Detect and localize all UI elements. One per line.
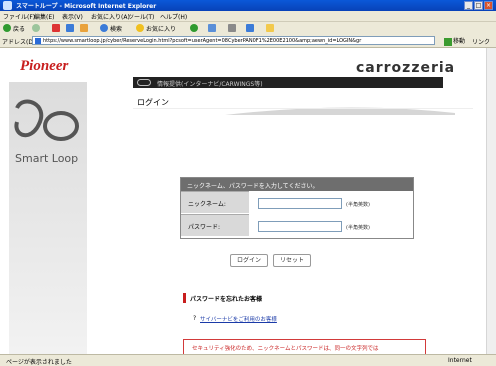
favorites-button[interactable]: お気に入り (136, 24, 176, 33)
print-button[interactable] (228, 24, 238, 32)
address-url: https://www.smartloop.jp/cyber/ReserveLo… (43, 38, 362, 44)
print-icon (228, 24, 236, 32)
menu-view[interactable]: 表示(V) (62, 12, 83, 21)
forward-button[interactable] (32, 24, 42, 32)
close-button[interactable]: × (484, 1, 493, 10)
menu-favorites[interactable]: お気に入り(A) (91, 12, 130, 21)
mail-button[interactable] (208, 24, 218, 32)
folder-button[interactable] (266, 24, 276, 32)
login-form-header: ニックネーム、パスワードを入力してください。 (181, 178, 413, 191)
heading-divider (133, 108, 473, 109)
password-input[interactable] (258, 221, 342, 232)
nickname-label: ニックネーム: (188, 201, 226, 208)
reset-button[interactable]: リセット (273, 254, 311, 267)
login-instruction: ニックネーム、パスワードを入力してください。 (187, 183, 319, 190)
search-icon (100, 24, 108, 32)
password-label-cell: パスワード: (181, 214, 249, 236)
nickname-note: (半角英数) (346, 202, 370, 208)
banner-text: 情報提供(インターナビ/CARWINGS等) (157, 81, 263, 88)
mail-icon (208, 24, 216, 32)
search-button[interactable]: 検索 (100, 24, 122, 33)
page-favicon (35, 38, 41, 44)
back-arrow-icon (3, 24, 11, 32)
back-button[interactable]: 戻る (3, 24, 25, 33)
password-note: (半角英数) (346, 225, 370, 231)
smartloop-text: Smart Loop (15, 152, 79, 165)
forgot-accent-bar (183, 293, 186, 303)
security-notice-text: セキュリティ強化のため、ニックネームとパスワードは、同一の文字列では (192, 346, 379, 352)
address-label: アドレス(D) (2, 39, 36, 46)
history-icon (190, 24, 198, 32)
vertical-scrollbar[interactable] (486, 48, 496, 354)
go-button[interactable]: 移動 (444, 36, 465, 46)
go-arrow-icon (444, 37, 452, 46)
ie-icon (3, 1, 12, 10)
cybernavi-help-link[interactable]: サイバーナビをご利用のお客様 (200, 315, 277, 323)
banner-bar: 情報提供(インターナビ/CARWINGS等) (133, 77, 443, 88)
history-button[interactable] (190, 24, 200, 32)
security-notice-box: セキュリティ強化のため、ニックネームとパスワードは、同一の文字列では (183, 339, 426, 355)
stop-icon (52, 24, 60, 32)
address-bar: アドレス(D) https://www.smartloop.jp/cyber/R… (0, 34, 496, 48)
refresh-icon (66, 24, 74, 32)
login-heading: ログイン (137, 98, 169, 107)
maximize-button[interactable]: □ (474, 1, 483, 10)
folder-icon (266, 24, 274, 32)
login-button[interactable]: ログイン (230, 254, 268, 267)
forgot-password-heading: パスワードを忘れたお客様 (190, 296, 263, 303)
minimize-button[interactable]: _ (464, 1, 473, 10)
home-button[interactable] (80, 24, 90, 32)
toolbar: 戻る 検索 お気に入り (0, 22, 496, 34)
window-titlebar: スマートループ - Microsoft Internet Explorer _ … (0, 0, 496, 11)
smartloop-logo-icon (14, 99, 79, 141)
nickname-input[interactable] (258, 198, 342, 209)
menu-help[interactable]: ヘルプ(H) (160, 12, 187, 21)
address-input[interactable]: https://www.smartloop.jp/cyber/ReserveLo… (32, 36, 435, 45)
smartloop-panel (9, 82, 87, 354)
window-title: スマートループ - Microsoft Internet Explorer (16, 3, 157, 10)
edit-icon (246, 24, 254, 32)
password-label: パスワード: (188, 224, 221, 231)
carrozzeria-logo: carrozzeria (356, 60, 456, 76)
loop-mini-icon (137, 79, 151, 86)
stop-button[interactable] (52, 24, 62, 32)
menu-bar: ファイル(F) 編集(E) 表示(V) お気に入り(A) ツール(T) ヘルプ(… (0, 11, 496, 22)
status-bar: ページが表示されました Internet (0, 354, 496, 366)
star-icon (136, 24, 144, 32)
heading-swoosh (225, 107, 455, 115)
edit-button[interactable] (246, 24, 256, 32)
menu-file[interactable]: ファイル(F) (3, 12, 35, 21)
security-zone: Internet (448, 357, 472, 364)
help-question-mark: ? (193, 315, 197, 322)
home-icon (80, 24, 88, 32)
forward-arrow-icon (32, 24, 40, 32)
links-button[interactable]: リンク (472, 37, 490, 46)
menu-edit[interactable]: 編集(E) (34, 12, 54, 21)
refresh-button[interactable] (66, 24, 76, 32)
menu-tools[interactable]: ツール(T) (128, 12, 154, 21)
nickname-label-cell: ニックネーム: (181, 191, 249, 213)
pioneer-logo: Pioneer (20, 58, 69, 74)
